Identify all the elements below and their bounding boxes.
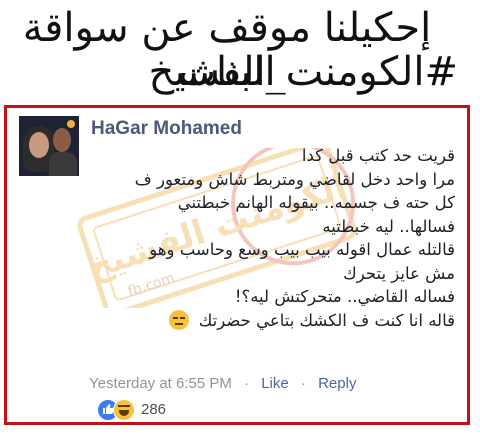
comment-line-last: قاله انا كنت ف الكشك بتاعي حضرتك [85,309,455,333]
separator-dot: · [244,375,250,392]
timestamp[interactable]: Yesterday at 6:55 PM [89,375,232,392]
comment-line: مش عايز يتحرك [343,263,455,283]
reply-link[interactable]: Reply [318,375,356,392]
comment-text: قريت حد كتب قبل كدا مرا واحد دخل لقاضي و… [85,144,455,332]
comment-line: قالتله عمال اقوله بيب بيب وسع وحاسب وهو [149,240,455,259]
comment-line: قريت حد كتب قبل كدا [301,146,455,165]
comment-line: قاله انا كنت ف الكشك بتاعي حضرتك [198,310,455,330]
reaction-count: 286 [141,401,167,418]
comment-line: فسالها.. ليه خبطتيه [322,216,455,236]
comment-card: الكومنت الفشيخ fb.com HaGar Mohamed قريت… [4,105,470,425]
like-link[interactable]: Like [261,375,289,392]
expressionless-emoji-icon [169,309,190,330]
headline-line-2: #الكومنت_الفشيخ [148,49,459,95]
author-name[interactable]: HaGar Mohamed [91,118,242,140]
haha-reaction-icon [113,399,135,421]
comment-line: مرا واحد دخل لقاضي ومتربط شاش ومتعور ف [134,169,455,189]
headline: إحكيلنا موقف عن سواقة البنات #الكومنت_ال… [0,0,480,100]
comment-line: كل حته ف جسمه.. بيقوله الهانم خبطتني [177,193,455,212]
comment-line: فساله القاضي.. متحركتش ليه؟! [234,287,455,306]
comment-meta: Yesterday at 6:55 PM · Like · Reply [89,375,356,392]
avatar[interactable] [19,116,79,176]
separator-dot: · [300,375,306,392]
